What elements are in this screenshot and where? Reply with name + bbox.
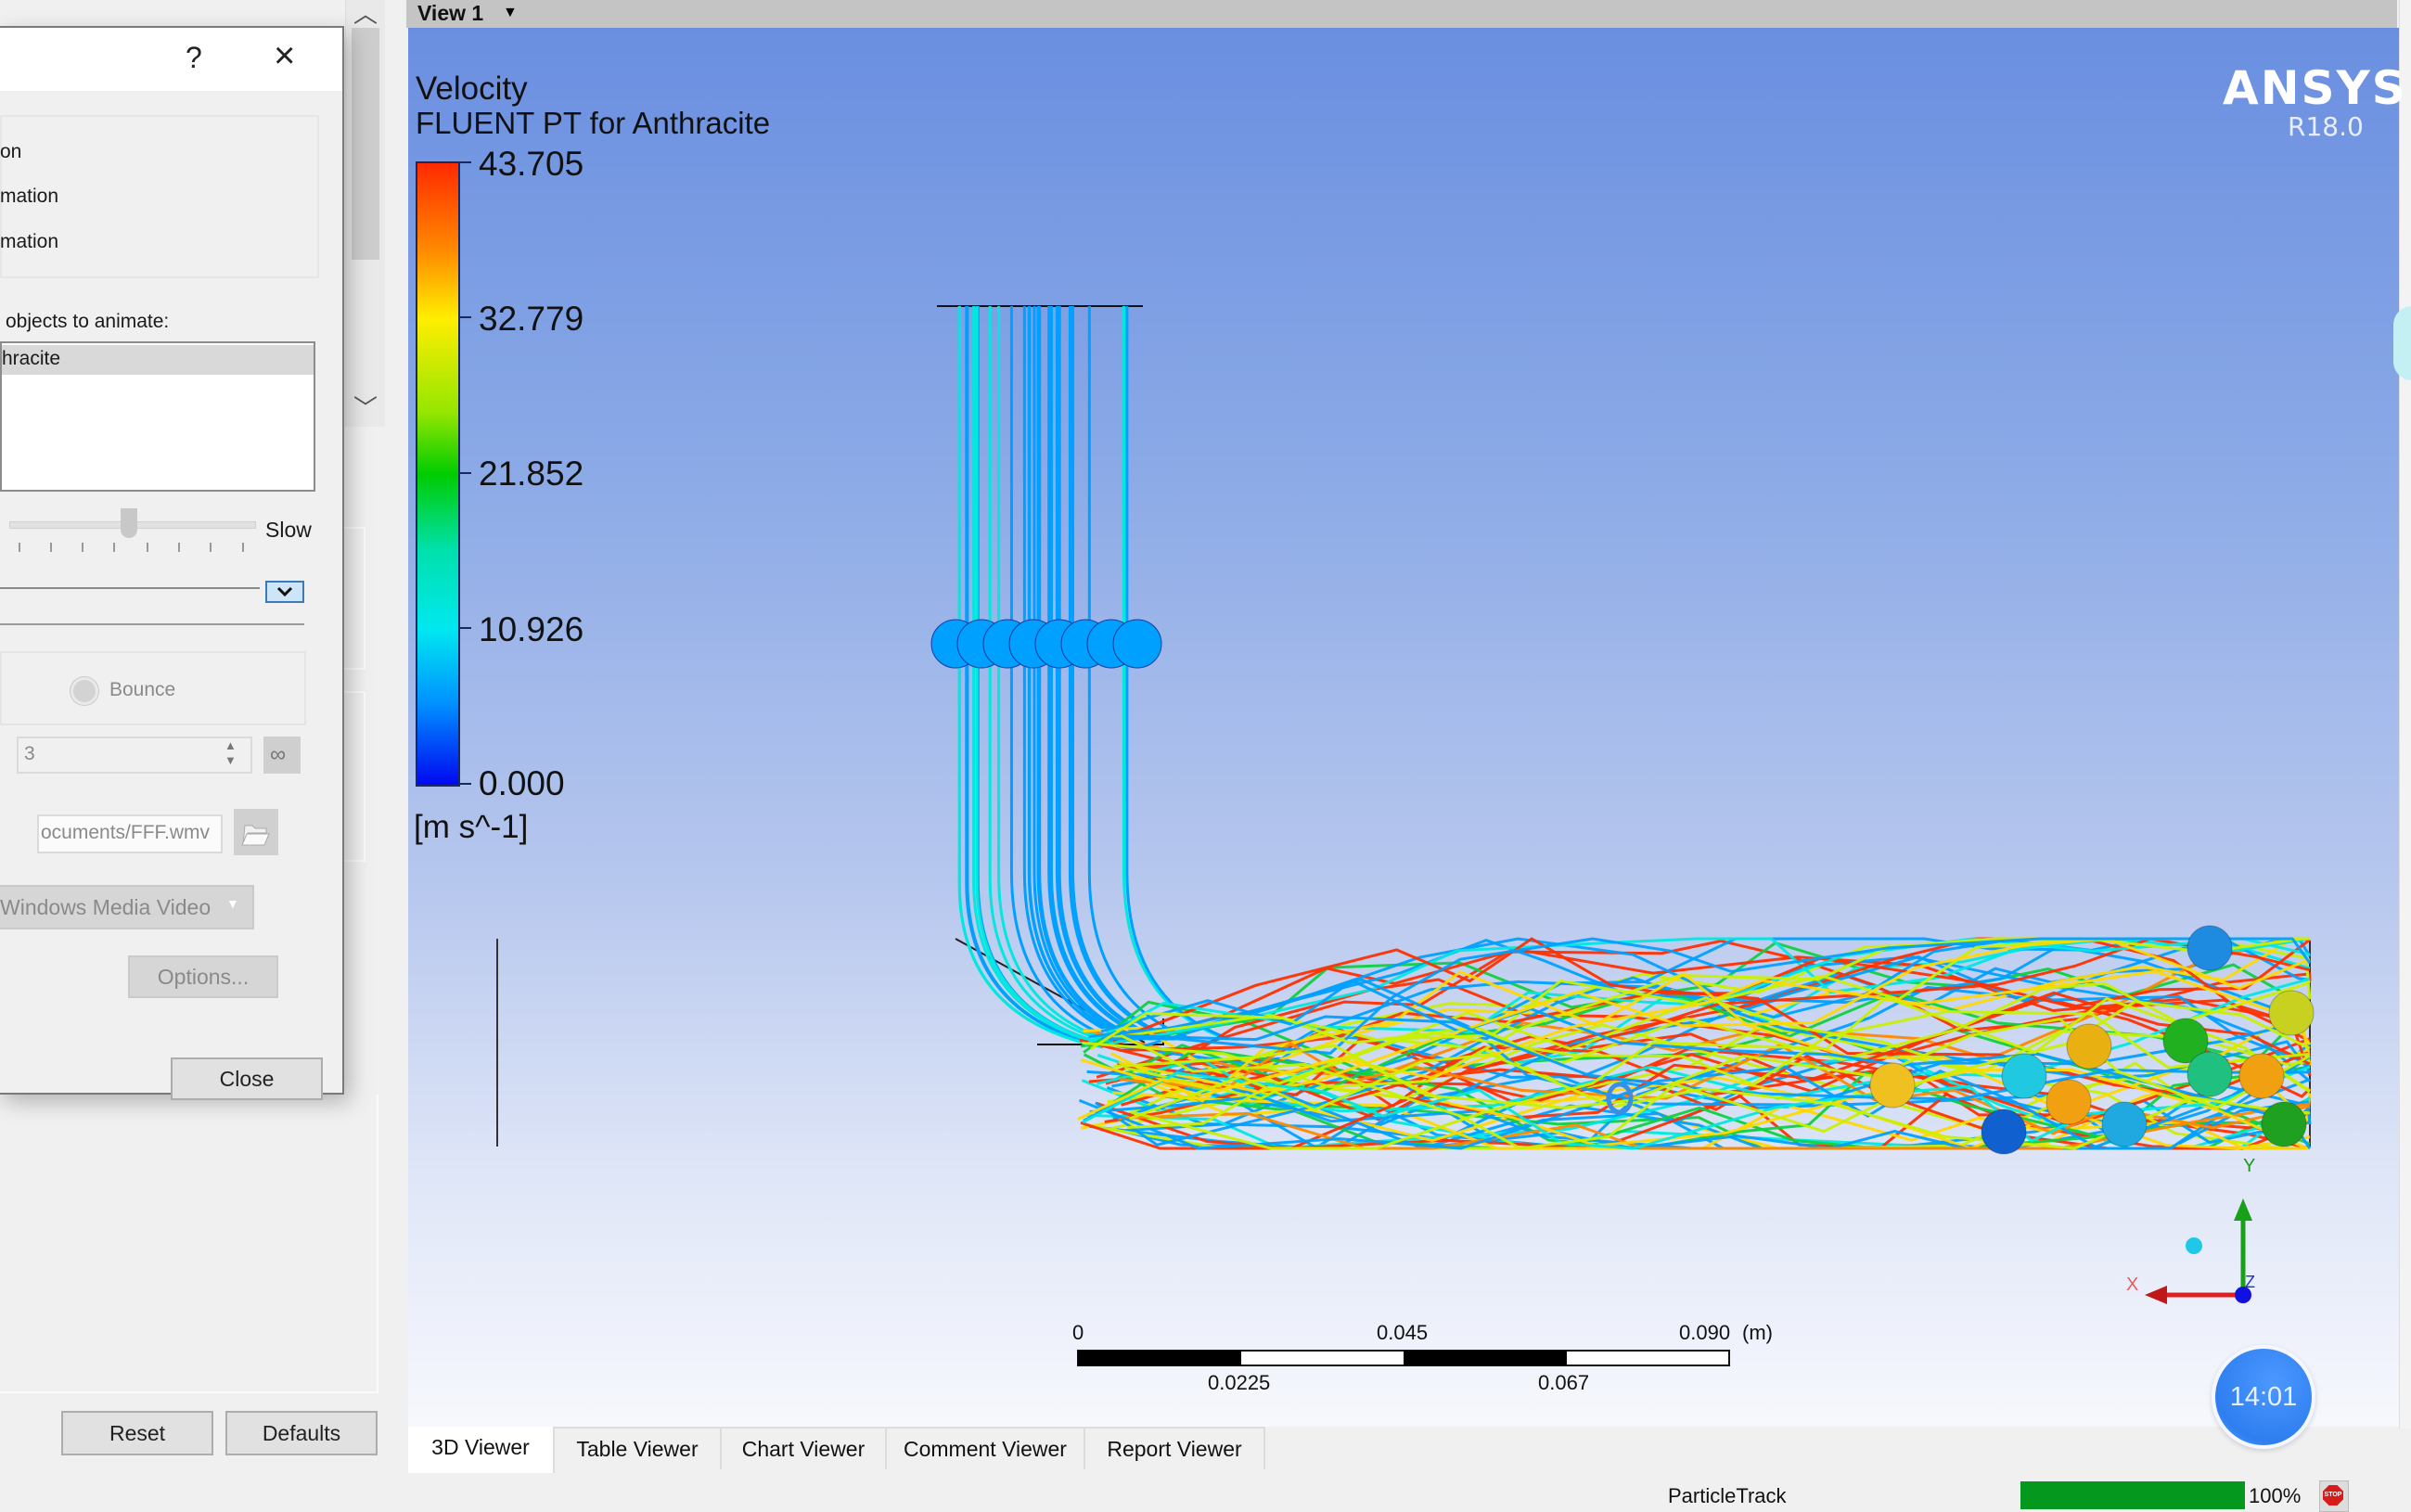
legend-tick <box>460 316 471 318</box>
infinite-repeat-button[interactable]: ∞ <box>263 737 301 774</box>
color-legend-bar <box>416 161 460 787</box>
animation-dialog: ? × on mation mation objects to animate:… <box>0 26 344 1100</box>
scale-label: 0.0225 <box>1208 1371 1271 1394</box>
stop-button[interactable]: STOP <box>2319 1480 2349 1512</box>
timer-badge[interactable]: 14:01 <box>2212 1345 2315 1449</box>
view-dropdown-icon[interactable]: ▼ <box>503 0 518 26</box>
section-divider <box>0 623 304 625</box>
chevron-down-icon <box>276 586 293 597</box>
legend-tick-label: 43.705 <box>479 145 584 183</box>
slider-tick <box>147 543 148 552</box>
video-format-value: Windows Media Video <box>0 895 212 919</box>
slider-tick <box>82 543 83 552</box>
slider-tick <box>242 543 244 552</box>
floating-widget-edge[interactable] <box>2393 306 2411 380</box>
axis-x-label: X <box>2126 1275 2139 1295</box>
reset-button[interactable]: Reset <box>61 1411 213 1455</box>
scroll-up-icon[interactable]: ︿ <box>346 0 385 28</box>
tab-table-viewer[interactable]: Table Viewer <box>555 1427 722 1469</box>
scale-unit: (m) <box>1742 1321 1773 1344</box>
scale-label: 0.045 <box>1377 1321 1429 1344</box>
tab-3d-viewer[interactable]: 3D Viewer <box>408 1427 555 1473</box>
scroll-thumb[interactable] <box>352 28 379 260</box>
objects-label: objects to animate: <box>6 311 170 332</box>
status-task-label: ParticleTrack <box>1668 1484 1787 1507</box>
folder-open-icon <box>241 825 270 846</box>
axis-y-label: Y <box>2243 1156 2256 1176</box>
video-format-select[interactable]: Windows Media Video ▼ <box>0 885 254 929</box>
speed-slow-label: Slow <box>265 518 312 542</box>
output-file-field[interactable]: ocuments/FFF.wmv <box>37 814 223 853</box>
legend-tick-label: 21.852 <box>479 455 584 493</box>
progress-percent: 100% <box>2249 1484 2302 1507</box>
slider-tick <box>113 543 115 552</box>
background-group-box <box>0 1095 378 1393</box>
objects-list[interactable]: hracite <box>0 341 315 492</box>
list-item-label: hracite <box>2 348 61 369</box>
defaults-button[interactable]: Defaults <box>225 1411 378 1455</box>
details-scrollbar[interactable]: ︿ ﹀ <box>345 0 385 427</box>
bounce-label: Bounce <box>109 679 176 700</box>
view-selector[interactable]: View 1 <box>417 0 483 26</box>
legend-units: [m s^-1] <box>414 809 529 845</box>
axis-z-label: Z <box>2245 1273 2255 1291</box>
animation-option-3[interactable]: mation <box>0 231 58 253</box>
progress-bar <box>2020 1481 2245 1509</box>
speed-slider-thumb[interactable] <box>121 508 137 538</box>
options-button[interactable]: Options... <box>128 955 278 998</box>
stop-icon: STOP <box>2323 1485 2343 1506</box>
collapse-section-button[interactable] <box>265 581 304 603</box>
dropdown-arrow-icon: ▼ <box>226 896 239 911</box>
ansys-version: R18.0 <box>2288 111 2364 142</box>
help-icon[interactable]: ? <box>186 41 202 75</box>
repeat-value: 3 <box>24 743 35 764</box>
close-button[interactable]: Close <box>171 1057 323 1100</box>
legend-subtitle: FLUENT PT for Anthracite <box>416 106 771 140</box>
progress-fill <box>2020 1481 2245 1509</box>
legend-tick-label: 32.779 <box>479 300 584 338</box>
scale-label: 0.090 <box>1679 1321 1731 1344</box>
legend-tick-label: 10.926 <box>479 610 584 648</box>
3d-viewport[interactable] <box>408 28 2399 1427</box>
view-selector-bar: View 1 ▼ <box>406 0 2397 28</box>
infinity-icon: ∞ <box>270 742 287 767</box>
tab-chart-viewer[interactable]: Chart Viewer <box>722 1427 887 1469</box>
browse-file-button[interactable] <box>234 809 278 855</box>
legend-tick <box>460 472 471 474</box>
scale-label: 0.067 <box>1538 1371 1590 1394</box>
slider-tick <box>178 543 180 552</box>
scale-label: 0 <box>1072 1321 1084 1344</box>
list-item[interactable]: hracite <box>2 345 314 375</box>
animation-option-1[interactable]: on <box>0 141 21 163</box>
tab-report-viewer[interactable]: Report Viewer <box>1085 1427 1265 1469</box>
legend-tick <box>460 161 471 163</box>
slider-tick <box>50 543 52 552</box>
slider-tick <box>19 543 20 552</box>
repeat-spinbox[interactable]: 3 ▲ ▼ <box>17 737 252 774</box>
legend-tick <box>460 783 471 785</box>
animation-option-2[interactable]: mation <box>0 186 58 208</box>
legend-tick-label: 0.000 <box>479 764 565 802</box>
legend-title: Velocity <box>416 70 528 107</box>
bounce-radio[interactable] <box>71 677 98 705</box>
viewer-edge <box>2399 0 2411 1429</box>
output-file-value: ocuments/FFF.wmv <box>41 822 211 843</box>
tab-comment-viewer[interactable]: Comment Viewer <box>887 1427 1085 1469</box>
close-icon[interactable]: × <box>274 35 295 77</box>
section-divider <box>0 587 260 589</box>
ansys-logo: ANSYS <box>2223 61 2407 115</box>
legend-tick <box>460 627 471 629</box>
dialog-titlebar: ? × <box>0 28 342 91</box>
slider-tick <box>210 543 212 552</box>
spin-arrows-icon[interactable]: ▲ ▼ <box>224 738 237 768</box>
scroll-down-icon[interactable]: ﹀ <box>346 394 385 422</box>
